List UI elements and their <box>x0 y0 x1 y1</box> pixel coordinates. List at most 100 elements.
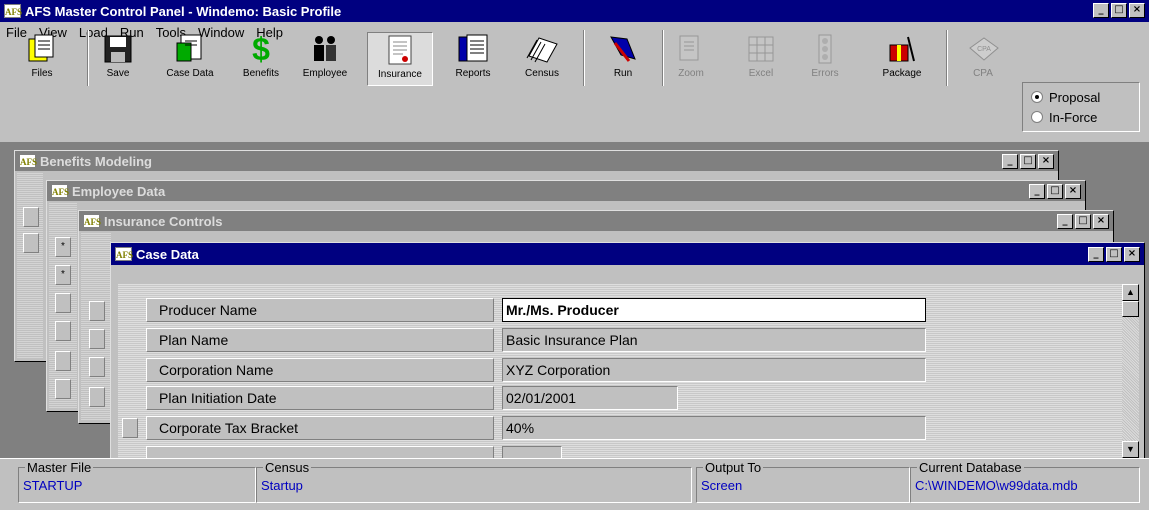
current-database-value: C:\WINDEMO\w99data.mdb <box>915 478 1078 493</box>
case-window-controls: _ □ × <box>1088 247 1140 262</box>
minimize-button[interactable]: _ <box>1088 247 1104 262</box>
afs-logo-icon: AFS <box>83 214 101 228</box>
corporate-tax-bracket-input[interactable]: 40% <box>502 416 926 440</box>
census-button[interactable]: Census <box>514 32 570 86</box>
in-force-radio[interactable] <box>1031 111 1043 123</box>
scroll-thumb[interactable] <box>1122 301 1139 317</box>
close-button[interactable]: × <box>1065 184 1081 199</box>
app-window-controls: _ □ × <box>1093 3 1145 18</box>
app-title: AFS Master Control Panel - Windemo: Basi… <box>25 3 342 19</box>
plan-initiation-date-input[interactable]: 02/01/2001 <box>502 386 678 410</box>
maximize-button[interactable]: □ <box>1020 154 1036 169</box>
files-label: Files <box>31 68 53 79</box>
status-bar: Master File STARTUP Census Startup Outpu… <box>0 458 1149 510</box>
case-data-vertical-scrollbar[interactable]: ▲ ▼ <box>1122 284 1139 458</box>
close-button[interactable]: × <box>1093 214 1109 229</box>
row-selector[interactable] <box>55 321 71 341</box>
employee-label: Employee <box>302 68 348 79</box>
census-field-label: Census <box>263 460 312 475</box>
close-button[interactable]: × <box>1124 247 1140 262</box>
minimize-button[interactable]: _ <box>1002 154 1018 169</box>
zoom-label: Zoom <box>678 68 704 79</box>
reports-button[interactable]: Reports <box>446 32 500 86</box>
excel-button[interactable]: Excel <box>736 32 786 86</box>
partial-value-input[interactable] <box>502 446 562 458</box>
minimize-button[interactable]: _ <box>1029 184 1045 199</box>
row-selector[interactable] <box>23 207 39 227</box>
row-selector[interactable] <box>55 379 71 399</box>
insurance-document-icon <box>383 33 417 67</box>
case-data-button[interactable]: Case Data <box>156 32 224 86</box>
row-selector[interactable] <box>122 418 138 438</box>
toolbar-separator <box>946 30 948 86</box>
producer-name-input[interactable]: Mr./Ms. Producer <box>502 298 926 322</box>
benefits-button[interactable]: $ Benefits <box>234 30 288 86</box>
benefits-modeling-titlebar[interactable]: AFS Benefits Modeling <box>15 151 1058 171</box>
maximize-button[interactable]: □ <box>1106 247 1122 262</box>
insurance-controls-title: Insurance Controls <box>104 213 223 229</box>
insurance-controls-titlebar[interactable]: AFS Insurance Controls <box>79 211 1113 231</box>
insurance-label: Insurance <box>378 69 422 80</box>
proposal-radio[interactable] <box>1031 91 1043 103</box>
row-selector[interactable] <box>89 301 105 321</box>
row-selector[interactable] <box>23 233 39 253</box>
scroll-up-arrow-icon[interactable]: ▲ <box>1122 284 1139 301</box>
scroll-down-arrow-icon[interactable]: ▼ <box>1122 441 1139 458</box>
in-force-option[interactable]: In-Force <box>1031 107 1131 127</box>
maximize-button[interactable]: □ <box>1075 214 1091 229</box>
zoom-icon <box>674 32 708 66</box>
toolbar-separator <box>87 30 89 86</box>
excel-icon <box>744 32 778 66</box>
cpa-button[interactable]: CPA CPA <box>956 32 1010 86</box>
zoom-button[interactable]: Zoom <box>666 32 716 86</box>
plan-name-input[interactable]: Basic Insurance Plan <box>502 328 926 352</box>
files-button[interactable]: Files <box>18 32 66 86</box>
run-button[interactable]: Run <box>596 32 650 86</box>
maximize-button[interactable]: □ <box>1047 184 1063 199</box>
app-titlebar: AFS AFS Master Control Panel - Windemo: … <box>0 0 1149 22</box>
files-icon <box>25 32 59 66</box>
package-button[interactable]: Package <box>872 32 932 86</box>
row-selector[interactable] <box>89 387 105 407</box>
master-file-value: STARTUP <box>23 478 83 493</box>
output-to-label: Output To <box>703 460 764 475</box>
output-to-value: Screen <box>701 478 743 493</box>
employee-data-titlebar[interactable]: AFS Employee Data <box>47 181 1085 201</box>
field-label: Producer Name <box>146 298 494 322</box>
save-button[interactable]: Save <box>94 32 142 86</box>
employee-button[interactable]: Employee <box>295 32 355 86</box>
field-row-plan-initiation-date: Plan Initiation Date 02/01/2001 <box>146 386 678 412</box>
row-gutter <box>17 173 43 359</box>
corporation-name-input[interactable]: XYZ Corporation <box>502 358 926 382</box>
benefits-modeling-title: Benefits Modeling <box>40 153 152 169</box>
minimize-button[interactable]: _ <box>1093 3 1109 18</box>
field-row-partial <box>146 446 562 458</box>
insurance-window-controls: _ □ × <box>1057 214 1109 229</box>
close-button[interactable]: × <box>1129 3 1145 18</box>
errors-button[interactable]: Errors <box>800 32 850 86</box>
row-selector-new[interactable]: * <box>55 237 71 257</box>
current-database-label: Current Database <box>917 460 1024 475</box>
toolbar-separator <box>662 30 664 86</box>
row-selector[interactable] <box>89 329 105 349</box>
proposal-option[interactable]: Proposal <box>1031 87 1131 107</box>
insurance-button[interactable]: Insurance <box>367 32 433 86</box>
census-value: Startup <box>261 478 303 493</box>
excel-label: Excel <box>748 68 774 79</box>
field-label: Corporate Tax Bracket <box>146 416 494 440</box>
row-selector[interactable] <box>55 293 71 313</box>
dollar-sign-icon: $ <box>252 30 270 67</box>
current-database-field: Current Database C:\WINDEMO\w99data.mdb <box>910 460 1140 503</box>
row-selector-new[interactable]: * <box>55 265 71 285</box>
case-data-titlebar[interactable]: AFS Case Data <box>111 243 1144 265</box>
benefits-label: Benefits <box>242 68 280 79</box>
reports-label: Reports <box>455 68 491 79</box>
mode-radio-group: Proposal In-Force <box>1022 82 1140 132</box>
close-button[interactable]: × <box>1038 154 1054 169</box>
minimize-button[interactable]: _ <box>1057 214 1073 229</box>
row-selector[interactable] <box>55 351 71 371</box>
row-selector[interactable] <box>89 357 105 377</box>
maximize-button[interactable]: □ <box>1111 3 1127 18</box>
field-row-plan-name: Plan Name Basic Insurance Plan <box>146 328 926 354</box>
field-label: Corporation Name <box>146 358 494 382</box>
